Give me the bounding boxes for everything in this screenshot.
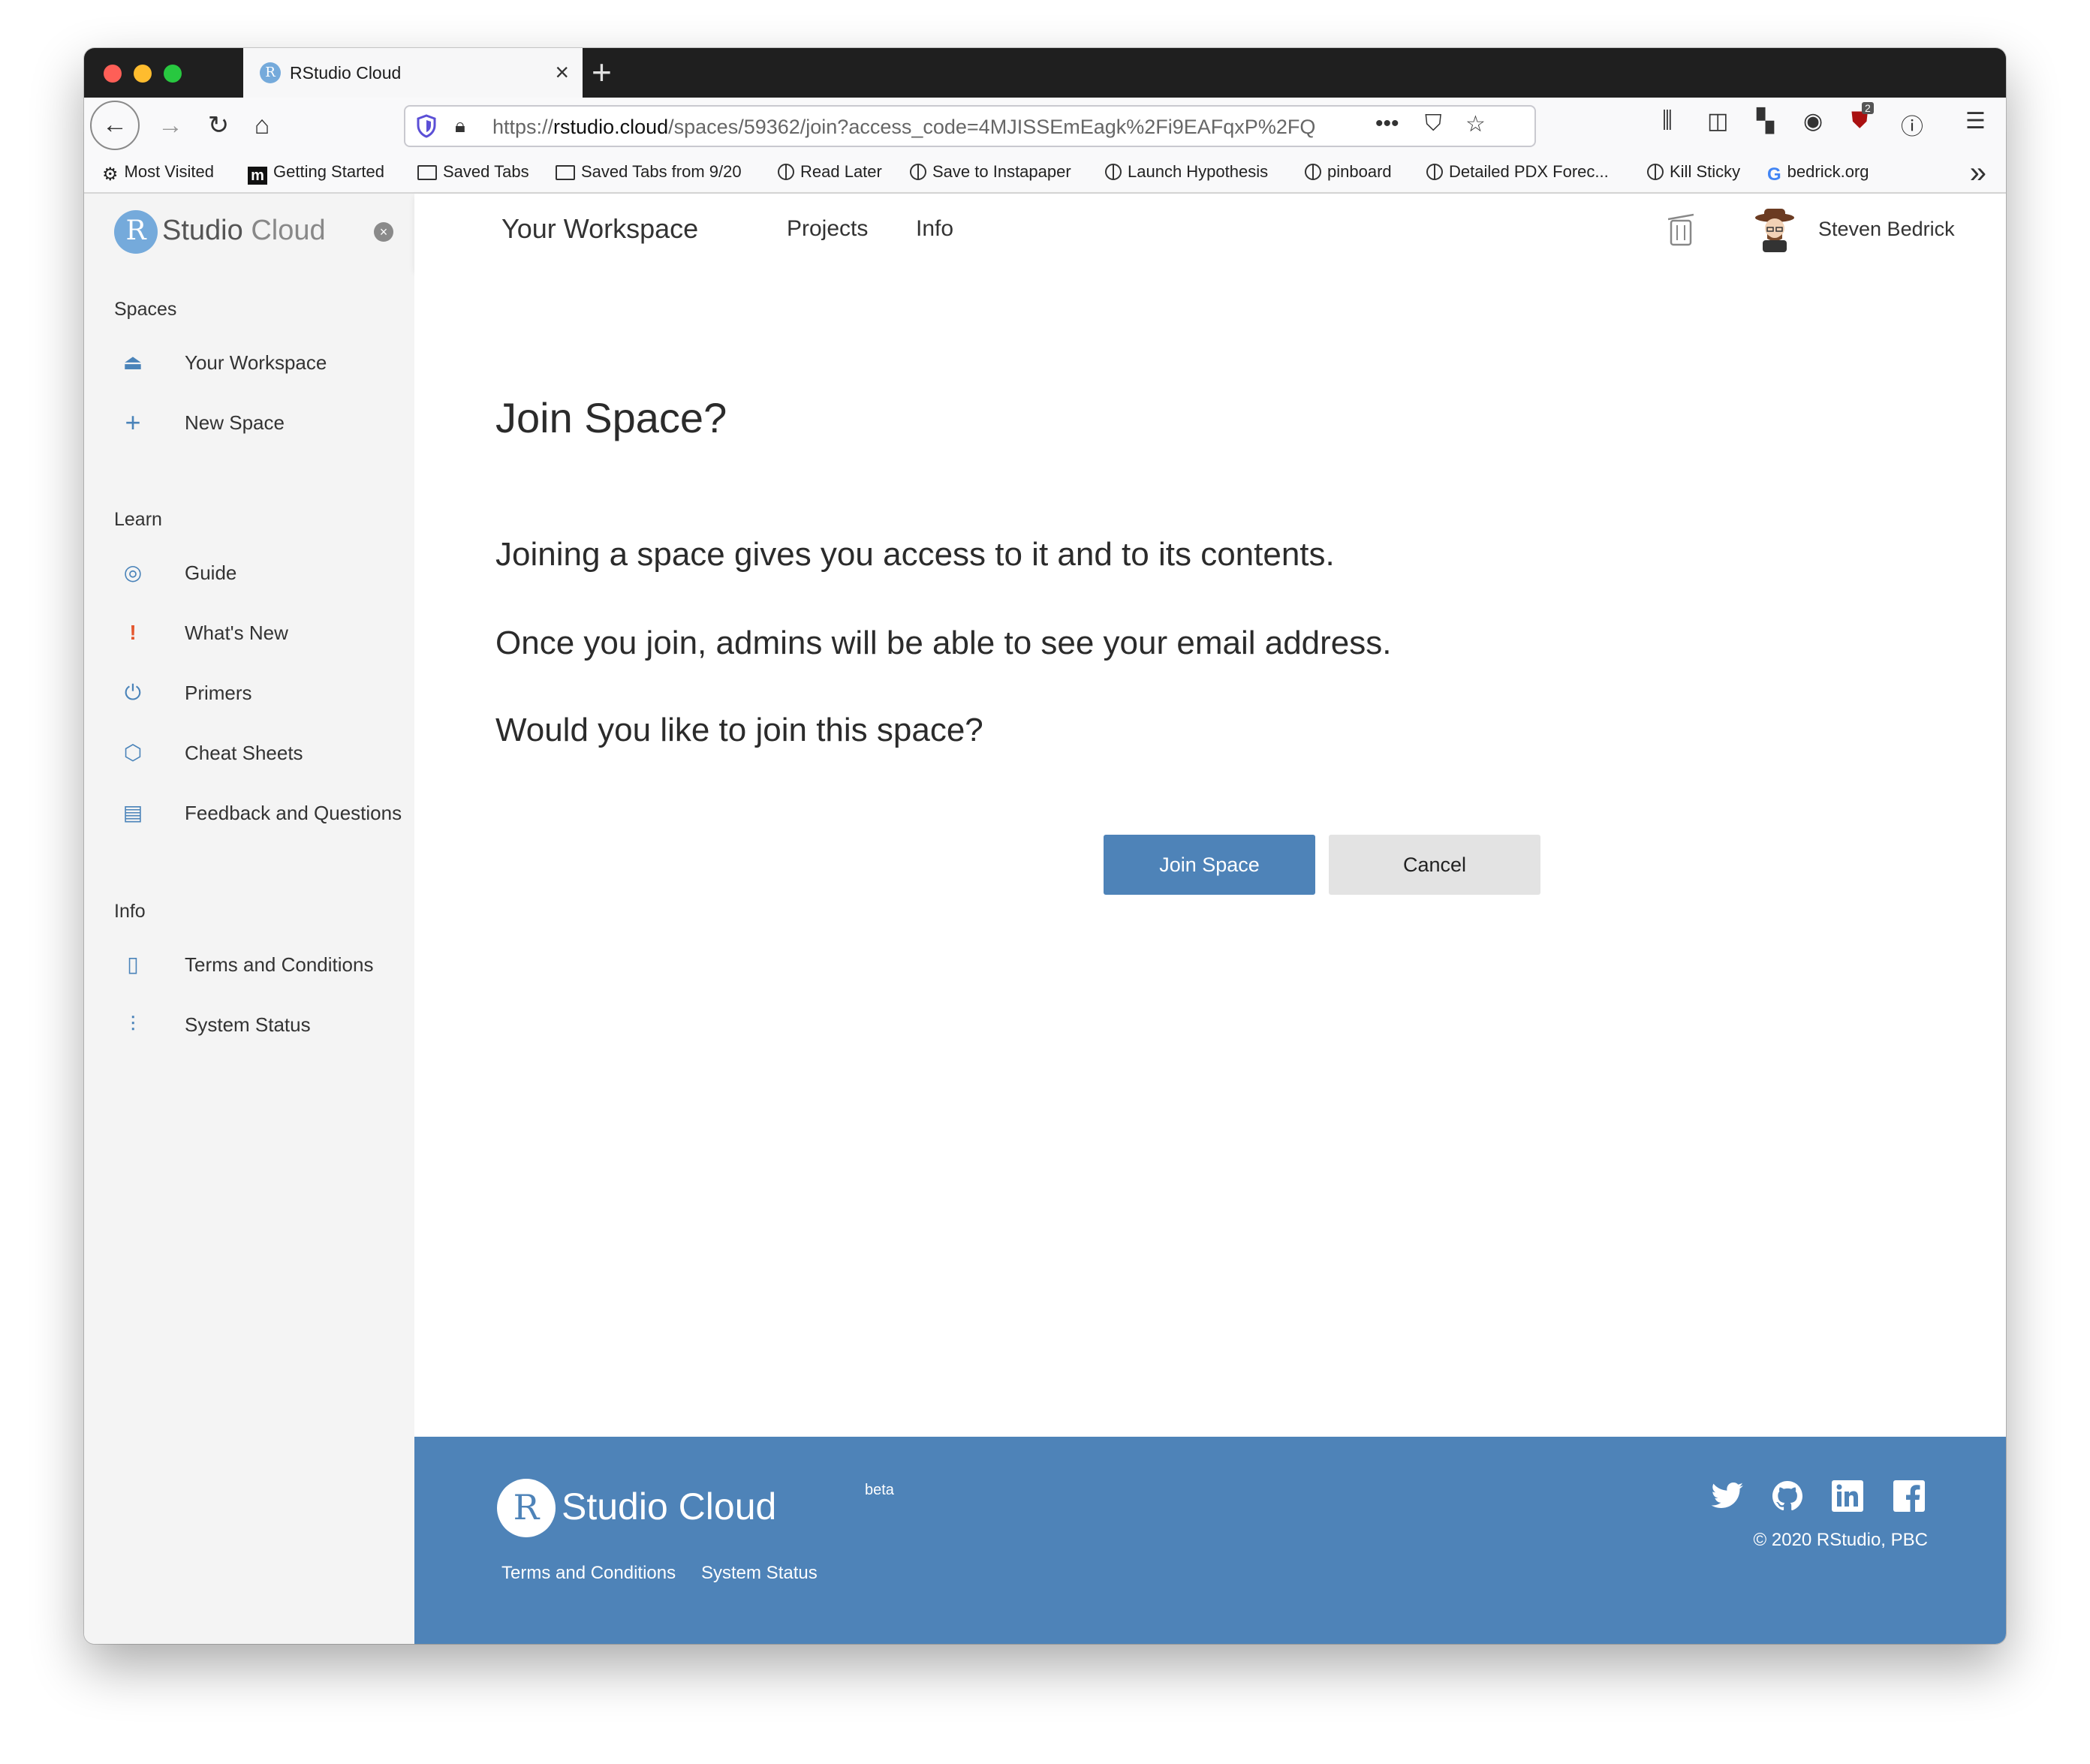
browser-window: R RStudio Cloud × + ← → ↻ ⌂ 🔒︎ https://r…: [84, 48, 2006, 1644]
ublock-origin-icon[interactable]: ⛊ 2: [1851, 102, 1874, 134]
close-window-button[interactable]: [104, 65, 122, 83]
bookmark-kill-sticky[interactable]: Kill Sticky: [1647, 162, 1740, 182]
spaces-heading: Spaces: [114, 299, 177, 320]
rstudio-favicon-icon: R: [260, 62, 281, 83]
chat-bubble-icon: ▤: [122, 801, 143, 824]
url-bar[interactable]: 🔒︎ https://rstudio.cloud/spaces/59362/jo…: [404, 105, 1536, 147]
bookmark-launch-hypothesis[interactable]: Launch Hypothesis: [1105, 162, 1268, 182]
avatar[interactable]: [1754, 207, 1796, 252]
document-icon: ▯: [127, 953, 139, 976]
bookmark-most-visited[interactable]: ⚙ Most Visited: [102, 162, 214, 185]
tab-title: RStudio Cloud: [290, 63, 402, 83]
page-actions-icon[interactable]: •••: [1375, 111, 1399, 137]
new-tab-icon[interactable]: +: [592, 53, 612, 92]
tab-strip: R RStudio Cloud × +: [84, 48, 2006, 98]
cancel-button[interactable]: Cancel: [1329, 835, 1540, 895]
tracking-protection-shield-icon[interactable]: [416, 114, 437, 138]
description-line-2: Once you join, admins will be able to se…: [495, 625, 1392, 661]
facebook-icon[interactable]: [1892, 1479, 1926, 1513]
password-manager-icon[interactable]: ⓘ: [1901, 108, 1923, 141]
url-text[interactable]: https://rstudio.cloud/spaces/59362/join?…: [492, 116, 1333, 139]
medium-logo-icon: m: [248, 167, 267, 185]
bookmark-saved-tabs[interactable]: Saved Tabs: [417, 162, 529, 182]
zoom-window-button[interactable]: [164, 65, 182, 83]
globe-icon: [910, 164, 926, 180]
compass-icon: ◎: [123, 561, 143, 584]
bookmark-star-icon[interactable]: ☆: [1465, 111, 1486, 137]
plus-icon: +: [125, 407, 141, 438]
description-line-3: Would you like to join this space?: [495, 712, 983, 748]
trash-icon[interactable]: [1668, 210, 1694, 248]
power-icon: ⏻: [124, 681, 142, 704]
description-line-1: Joining a space gives you access to it a…: [495, 536, 1335, 573]
bookmark-save-to-instapaper[interactable]: Save to Instapaper: [910, 162, 1071, 182]
reload-icon[interactable]: ↻: [198, 105, 239, 146]
copyright: © 2020 RStudio, PBC: [1753, 1530, 1928, 1550]
globe-icon: [1105, 164, 1122, 180]
learn-heading: Learn: [114, 509, 162, 530]
sidebar-toggle-icon[interactable]: ◫: [1707, 108, 1728, 134]
status-bars-icon: ⫶: [130, 1013, 136, 1036]
linkedin-icon[interactable]: [1830, 1479, 1865, 1513]
globe-icon: [1647, 164, 1664, 180]
bookmark-pinboard[interactable]: pinboard: [1305, 162, 1392, 182]
lock-icon[interactable]: 🔒︎: [455, 114, 465, 138]
pocket-icon[interactable]: ⛉: [1425, 111, 1442, 137]
account-icon[interactable]: ◉: [1803, 108, 1823, 134]
forward-arrow-icon[interactable]: →: [150, 105, 191, 146]
logo-r-icon: R: [114, 210, 158, 254]
notification-count: 2: [1862, 102, 1874, 114]
hexagon-icon: ⬡: [123, 741, 143, 764]
page-title: Join Space?: [495, 394, 727, 441]
bookmarks-toolbar: ⚙ Most Visited m Getting Started Saved Tab…: [84, 153, 2006, 194]
bookmark-detailed-pdx-forecast[interactable]: Detailed PDX Forec...: [1426, 162, 1609, 182]
workspace-icon: ⏏: [122, 351, 143, 374]
bookmark-saved-tabs-from-9-20[interactable]: Saved Tabs from 9/20: [556, 162, 742, 182]
gear-icon: ⚙: [102, 164, 119, 185]
nav-projects[interactable]: Projects: [787, 216, 868, 242]
library-icon[interactable]: ⫼: [1662, 108, 1673, 134]
exclamation-icon: !: [129, 621, 137, 644]
github-icon[interactable]: [1770, 1479, 1805, 1513]
bookmark-bedrick-org[interactable]: Gbedrick.org: [1767, 162, 1869, 185]
back-arrow-icon[interactable]: ←: [90, 101, 140, 150]
globe-icon: [1305, 164, 1321, 180]
google-icon: G: [1767, 164, 1781, 185]
logo-text: Studio Cloud: [162, 215, 326, 246]
footer-terms-link[interactable]: Terms and Conditions: [501, 1563, 676, 1584]
browser-tab[interactable]: R RStudio Cloud ×: [243, 48, 583, 98]
home-icon[interactable]: ⌂: [242, 105, 282, 146]
beta-badge: beta: [865, 1482, 894, 1498]
hamburger-menu-icon[interactable]: ☰: [1965, 108, 1986, 134]
close-tab-icon[interactable]: ×: [555, 57, 569, 87]
folder-icon: [417, 165, 437, 180]
bookmark-read-later[interactable]: Read Later: [778, 162, 882, 182]
more-bookmarks-chevron-icon[interactable]: »: [1970, 156, 1986, 190]
footer-logo-r-icon: R: [497, 1479, 556, 1537]
close-sidebar-icon[interactable]: ×: [374, 222, 393, 242]
sidebar: R Studio Cloud × Spaces ⏏ Your Workspace…: [84, 194, 414, 1644]
globe-icon: [778, 164, 794, 180]
globe-icon: [1426, 164, 1443, 180]
navigation-toolbar: ← → ↻ ⌂ 🔒︎ https://rstudio.cloud/spaces/…: [84, 98, 2006, 153]
minimize-window-button[interactable]: [134, 65, 152, 83]
user-name[interactable]: Steven Bedrick: [1818, 218, 1955, 241]
app-header: Your Workspace Projects Info Steven Bedr…: [414, 194, 2006, 270]
footer-system-status-link[interactable]: System Status: [701, 1563, 818, 1584]
extensions-grid-icon[interactable]: ▚: [1757, 108, 1774, 134]
folder-icon: [556, 165, 575, 180]
twitter-icon[interactable]: [1710, 1479, 1745, 1513]
join-space-button[interactable]: Join Space: [1104, 835, 1315, 895]
nav-info[interactable]: Info: [916, 216, 953, 242]
join-space-panel: Join Space? Joining a space gives you ac…: [414, 270, 2006, 1437]
info-heading: Info: [114, 901, 146, 922]
nav-your-workspace[interactable]: Your Workspace: [501, 213, 698, 245]
bookmark-getting-started[interactable]: m Getting Started: [248, 162, 384, 185]
footer-logo-text: Studio Cloud: [562, 1486, 777, 1528]
footer: R Studio Cloud beta Terms and Conditions…: [414, 1437, 2006, 1644]
